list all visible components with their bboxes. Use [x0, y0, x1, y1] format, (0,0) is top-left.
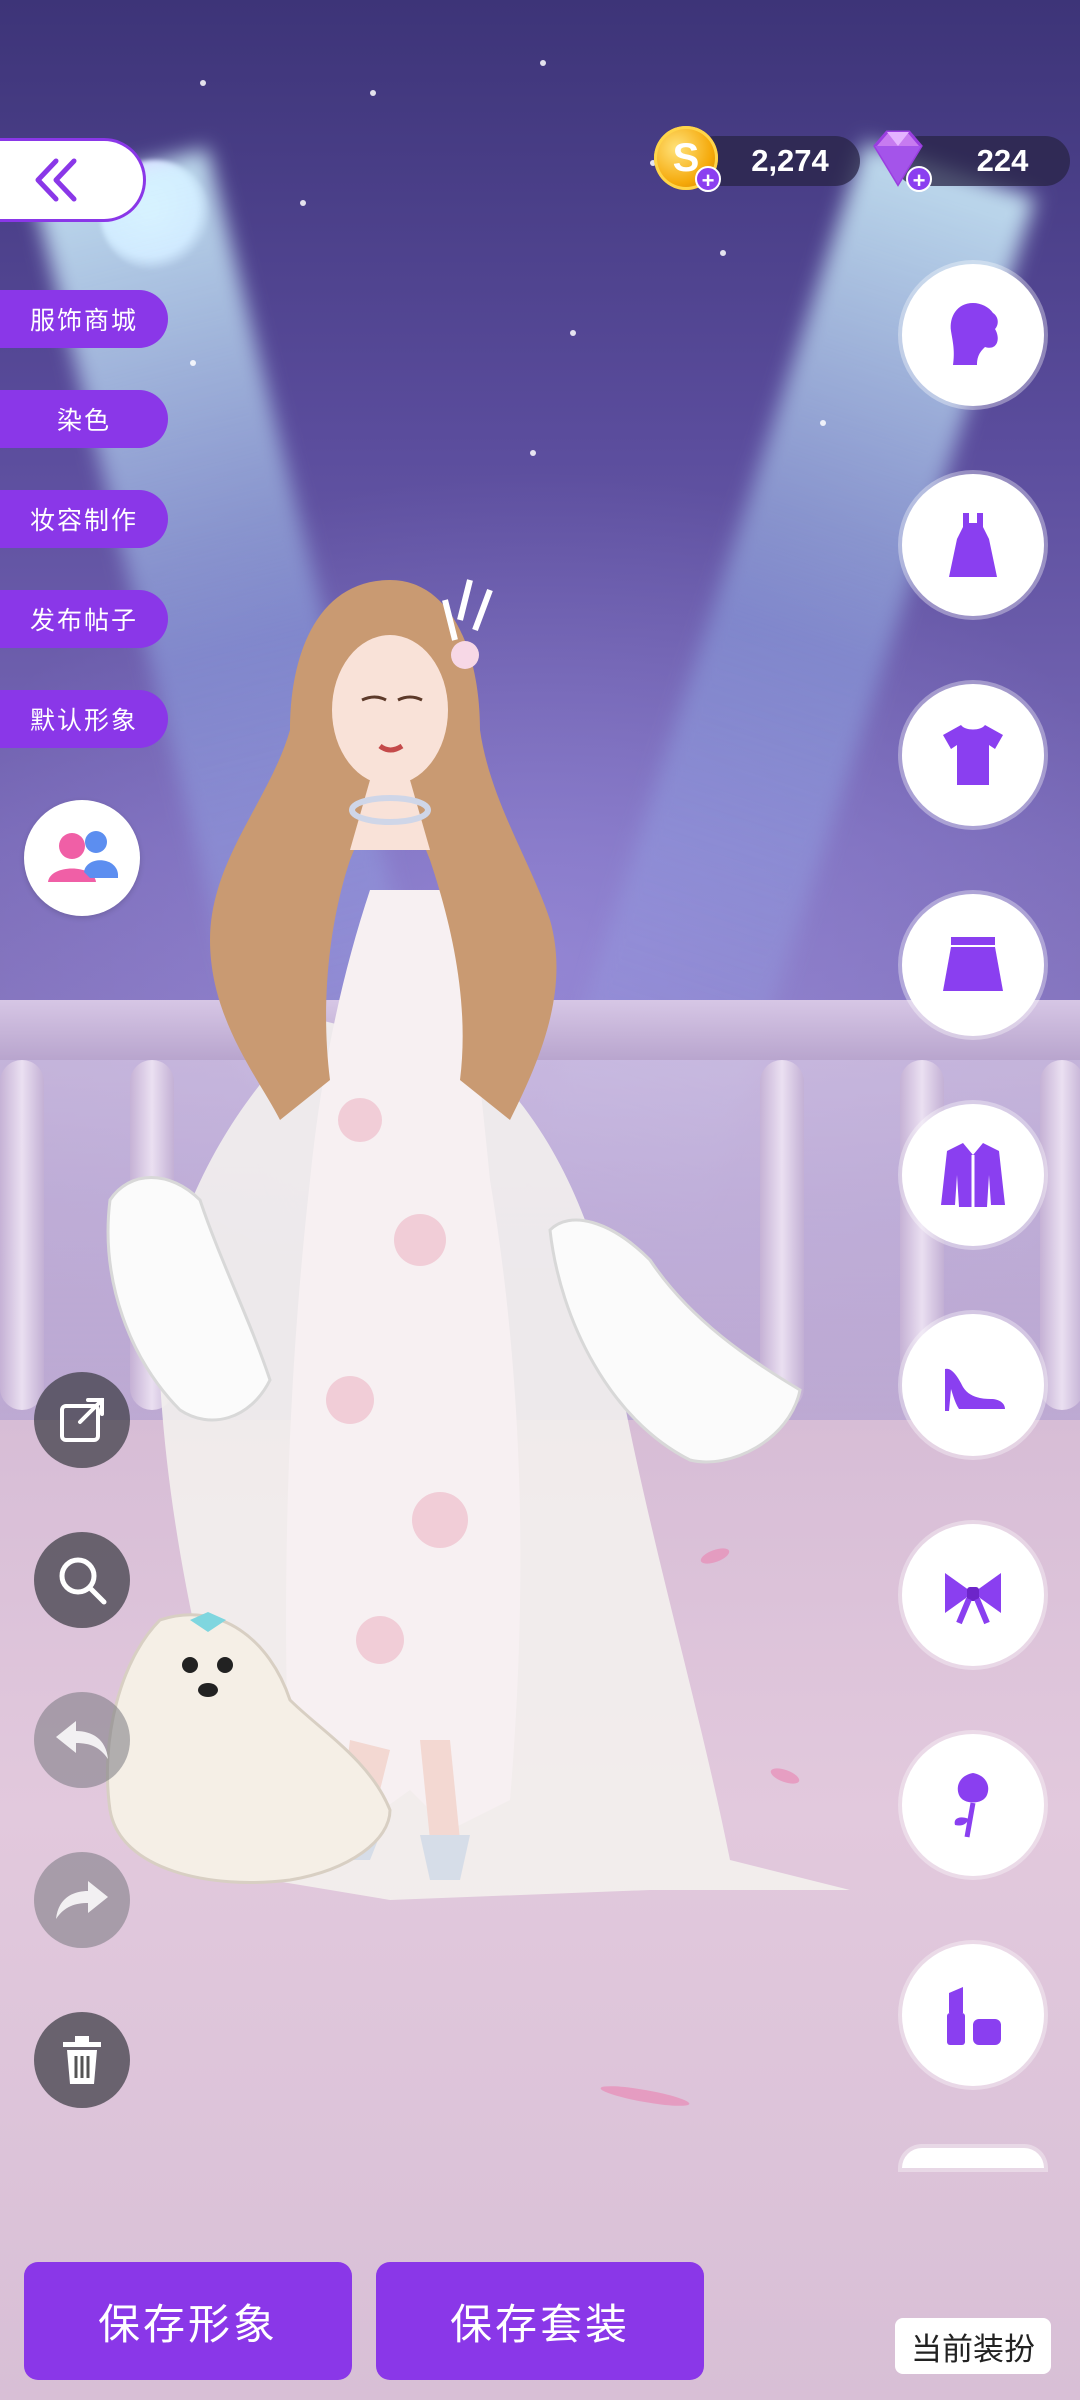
coat-icon [941, 1143, 1005, 1207]
category-hair[interactable] [902, 264, 1044, 406]
category-top[interactable] [902, 684, 1044, 826]
star [190, 360, 196, 366]
menu-default-look[interactable]: 默认形象 [0, 690, 168, 748]
redo-button[interactable] [34, 1852, 130, 1948]
rose-icon [954, 1773, 989, 1838]
share-icon [60, 1398, 104, 1442]
add-gems-button[interactable]: + [906, 166, 932, 193]
category-skirt[interactable] [902, 894, 1044, 1036]
hair-icon [950, 303, 998, 365]
menu-fashion-mall[interactable]: 服饰商城 [0, 290, 168, 348]
top-icon [943, 725, 1003, 785]
category-accessory[interactable] [902, 1524, 1044, 1666]
category-shoes[interactable] [902, 1314, 1044, 1456]
delete-button[interactable] [34, 2012, 130, 2108]
dress-icon [949, 513, 997, 577]
star [530, 450, 536, 456]
star [570, 330, 576, 336]
star [820, 420, 826, 426]
skirt-icon [943, 937, 1003, 991]
save-outfit-button[interactable]: 保存套装 [376, 2262, 704, 2380]
friends-icon [48, 831, 118, 882]
category-makeup[interactable] [902, 1944, 1044, 2086]
gem-amount: 224 [976, 143, 1029, 178]
back-button[interactable] [0, 138, 146, 222]
current-outfit-button[interactable]: 当前装扮 [895, 2318, 1051, 2374]
save-look-button[interactable]: 保存形象 [24, 2262, 352, 2380]
share-button[interactable] [34, 1372, 130, 1468]
undo-icon [56, 1721, 108, 1759]
star [370, 90, 376, 96]
star [720, 250, 726, 256]
character-avatar[interactable] [90, 560, 870, 2060]
pillar [0, 1060, 44, 1410]
trash-icon [63, 2036, 101, 2084]
category-held-item[interactable] [902, 1734, 1044, 1876]
redo-icon [56, 1881, 108, 1919]
category-dress[interactable] [902, 474, 1044, 616]
friends-button[interactable] [24, 800, 140, 916]
bow-accessory-icon [945, 1573, 1001, 1625]
menu-makeup-creation[interactable]: 妆容制作 [0, 490, 168, 548]
add-coins-button[interactable]: + [695, 166, 721, 193]
shoes-icon [945, 1368, 1005, 1411]
star [300, 200, 306, 206]
star [200, 80, 206, 86]
pillar [1040, 1060, 1080, 1410]
star [540, 60, 546, 66]
menu-publish-post[interactable]: 发布帖子 [0, 590, 168, 648]
coin-amount: 2,274 [751, 143, 829, 178]
makeup-icon [947, 1987, 1001, 2045]
double-chevron-left-icon [35, 158, 77, 202]
category-more[interactable] [902, 2148, 1044, 2168]
zoom-icon [59, 1557, 107, 1605]
zoom-button[interactable] [34, 1532, 130, 1628]
undo-button[interactable] [34, 1692, 130, 1788]
menu-dye[interactable]: 染色 [0, 390, 168, 448]
category-coat[interactable] [902, 1104, 1044, 1246]
